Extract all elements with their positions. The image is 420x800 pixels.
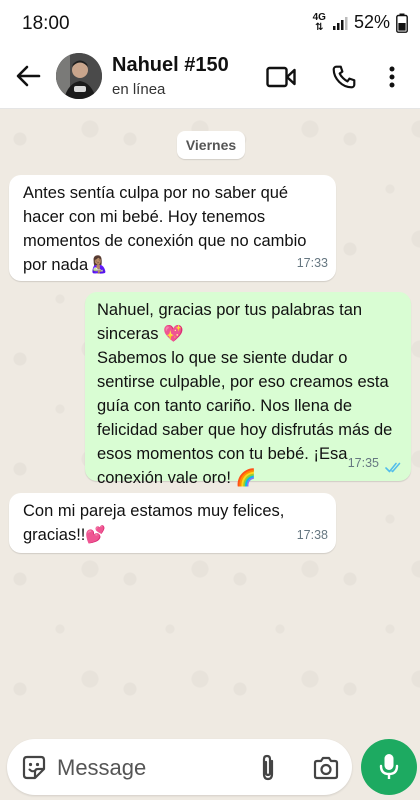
avatar-photo-icon — [56, 53, 102, 99]
sticker-button[interactable] — [19, 753, 49, 783]
status-time: 18:00 — [22, 13, 70, 34]
network-type: 4G — [312, 11, 326, 23]
network-indicator: 4G ⇅ — [312, 11, 326, 33]
read-receipt-icon — [385, 462, 401, 473]
message-time: 17:38 — [296, 528, 328, 542]
contact-avatar[interactable] — [56, 53, 102, 99]
video-call-button[interactable] — [264, 60, 298, 94]
battery-level: 52% — [353, 12, 390, 32]
message-text: Con mi pareja estamos muy felices, graci… — [23, 502, 285, 544]
chat-header: Nahuel #150 en línea — [0, 46, 420, 109]
microphone-icon — [379, 754, 399, 779]
message-input[interactable] — [55, 751, 249, 785]
message-incoming[interactable]: Antes sentía culpa por no saber qué hace… — [9, 175, 336, 281]
data-arrows-icon: ⇅ — [315, 21, 324, 33]
signal-icon — [332, 16, 348, 30]
voice-call-button[interactable] — [327, 60, 361, 94]
message-composer — [7, 739, 352, 795]
more-vert-icon — [389, 66, 395, 88]
video-call-icon — [266, 66, 296, 88]
message-outgoing[interactable]: Nahuel, gracias por tus palabras tan sin… — [85, 292, 411, 487]
paperclip-icon — [262, 754, 274, 781]
camera-icon — [313, 756, 339, 780]
chat-area[interactable]: Viernes Antes sentía culpa por no saber … — [0, 109, 420, 734]
attach-button[interactable] — [253, 753, 283, 783]
battery-icon — [396, 13, 408, 33]
message-time: 17:35 — [347, 456, 379, 470]
status-bar: 18:00 4G ⇅ 52% — [0, 0, 420, 46]
status-icons: 4G ⇅ 52% — [313, 12, 408, 33]
phone-icon — [332, 65, 356, 89]
camera-button[interactable] — [311, 753, 341, 783]
message-time: 17:33 — [296, 256, 328, 270]
more-options-button[interactable] — [382, 60, 402, 94]
voice-message-button[interactable] — [361, 739, 417, 795]
contact-name[interactable]: Nahuel #150 — [112, 54, 229, 77]
date-separator: Viernes — [177, 131, 245, 159]
contact-status: en línea — [112, 81, 166, 98]
back-arrow-icon — [16, 65, 41, 87]
message-text: Antes sentía culpa por no saber qué hace… — [23, 184, 307, 274]
sticker-icon — [22, 755, 46, 780]
message-incoming[interactable]: Con mi pareja estamos muy felices, graci… — [9, 493, 336, 553]
back-button[interactable] — [12, 60, 44, 92]
